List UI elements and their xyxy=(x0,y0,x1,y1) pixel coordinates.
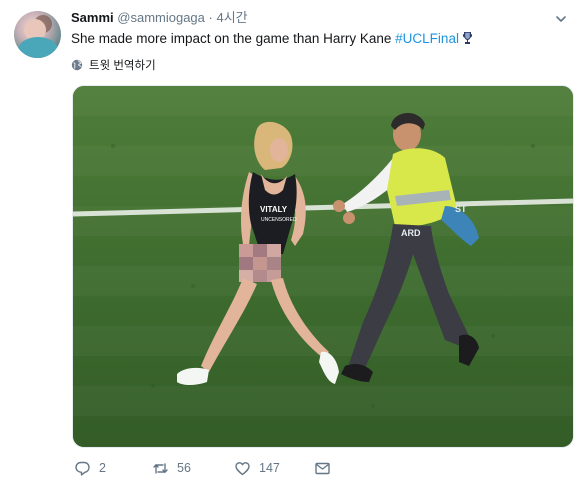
message-icon xyxy=(315,462,330,474)
separator: · xyxy=(208,10,213,25)
svg-text:UNCENSORED: UNCENSORED xyxy=(261,217,297,223)
like-button[interactable]: 147 xyxy=(234,460,314,477)
svg-text:ST: ST xyxy=(455,204,467,214)
tweet-card[interactable]: Sammi @sammiogaga · 4시간 She made more im… xyxy=(0,0,580,485)
reply-count: 2 xyxy=(99,461,106,475)
like-count: 147 xyxy=(259,461,280,475)
reply-icon xyxy=(75,461,90,476)
tweet-header: Sammi @sammiogaga · 4시간 xyxy=(71,10,248,26)
photo-content: VITALY UNCENSORED ARD ST xyxy=(73,86,573,447)
tweet-time[interactable]: 4시간 xyxy=(216,10,247,25)
user-handle[interactable]: @sammiogaga xyxy=(117,10,205,25)
tweet-actions: 2 56 147 xyxy=(74,458,331,478)
reply-button[interactable]: 2 xyxy=(74,460,152,477)
tweet-text: She made more impact on the game than Ha… xyxy=(71,30,473,48)
censor-mosaic xyxy=(239,244,281,282)
chevron-down-icon[interactable] xyxy=(554,12,568,26)
retweet-icon xyxy=(153,462,168,474)
avatar[interactable] xyxy=(14,11,61,58)
retweet-count: 56 xyxy=(177,461,191,475)
translate-tweet-link[interactable]: 트윗 번역하기 xyxy=(71,57,156,73)
tweet-body: She made more impact on the game than Ha… xyxy=(71,31,396,46)
retweet-button[interactable]: 56 xyxy=(152,460,234,477)
tweet-photo[interactable]: VITALY UNCENSORED ARD ST xyxy=(72,85,574,448)
heart-icon xyxy=(235,461,250,475)
user-name[interactable]: Sammi xyxy=(71,10,114,25)
globe-icon xyxy=(71,59,83,71)
translate-label: 트윗 번역하기 xyxy=(89,60,156,72)
direct-message-button[interactable] xyxy=(314,460,331,477)
hashtag-link[interactable]: #UCLFinal xyxy=(395,31,459,46)
svg-text:ARD: ARD xyxy=(401,228,421,238)
svg-text:VITALY: VITALY xyxy=(260,205,288,214)
trophy-icon xyxy=(462,32,473,44)
